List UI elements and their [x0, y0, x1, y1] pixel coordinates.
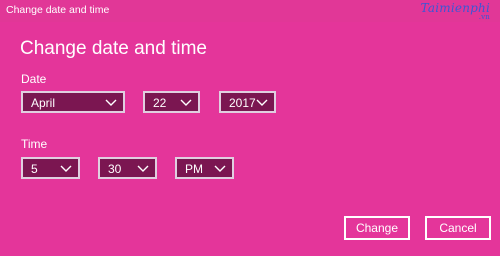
hour-select[interactable]: 5 [21, 157, 80, 179]
watermark-logo: Taimienphi .vn [421, 1, 490, 21]
cancel-button[interactable]: Cancel [425, 216, 491, 240]
time-label: Time [21, 137, 48, 151]
chevron-down-icon [60, 165, 72, 172]
day-select[interactable]: 22 [143, 91, 200, 113]
title-bar: Change date and time Taimienphi .vn [0, 0, 500, 22]
minute-value: 30 [108, 162, 122, 176]
year-select[interactable]: 2017 [219, 91, 276, 113]
chevron-down-icon [256, 99, 268, 106]
change-button[interactable]: Change [344, 216, 410, 240]
date-label: Date [21, 72, 47, 86]
period-value: PM [185, 162, 203, 176]
chevron-down-icon [180, 99, 192, 106]
page-title: Change date and time [20, 38, 207, 59]
month-value: April [31, 96, 56, 110]
chevron-down-icon [137, 165, 149, 172]
hour-value: 5 [31, 162, 38, 176]
day-value: 22 [153, 96, 167, 110]
year-value: 2017 [229, 96, 256, 110]
chevron-down-icon [214, 165, 226, 172]
watermark-sub: .vn [478, 13, 490, 21]
window-title: Change date and time [6, 4, 110, 16]
month-select[interactable]: April [21, 91, 125, 113]
chevron-down-icon [105, 99, 117, 106]
period-select[interactable]: PM [175, 157, 234, 179]
minute-select[interactable]: 30 [98, 157, 157, 179]
